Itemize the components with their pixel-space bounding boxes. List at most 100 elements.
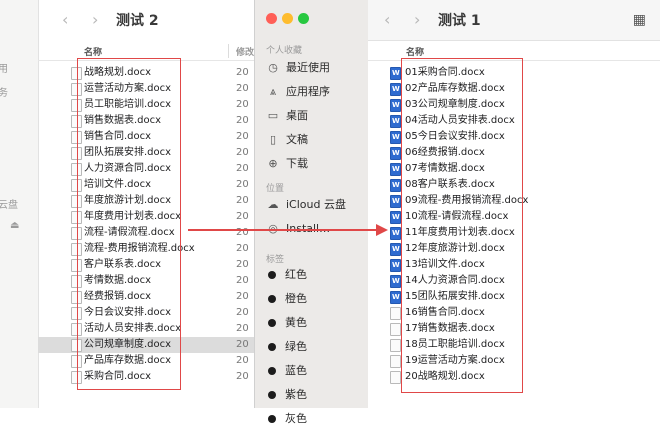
window-title: 测试 1: [438, 13, 481, 29]
file-date: 20: [236, 67, 249, 78]
window-title: 测试 2: [116, 13, 159, 29]
sidebar-item-label: iCloud 云盘: [286, 198, 346, 211]
word-document-icon: [390, 161, 401, 177]
word-document-icon: [390, 113, 401, 129]
document-icon: [390, 323, 401, 336]
document-icon: [390, 339, 401, 352]
file-date: 20: [236, 99, 249, 110]
sidebar-item[interactable]: ⩓ 应用程序: [266, 84, 330, 100]
sidebar-item[interactable]: ▭ 桌面: [266, 108, 308, 124]
red-highlight-box: [77, 58, 181, 390]
file-date: 20: [236, 259, 249, 270]
file-date: 20: [236, 211, 249, 222]
file-date: 20: [236, 323, 249, 334]
forward-button[interactable]: ›: [414, 10, 420, 29]
word-document-icon: [390, 145, 401, 161]
back-button[interactable]: ‹: [62, 10, 68, 29]
sidebar-item[interactable]: 蓝色: [266, 363, 307, 379]
sidebar-item-label: 绿色: [285, 340, 307, 353]
close-window-button[interactable]: [266, 13, 277, 24]
icon-view-grid-icon[interactable]: ▦: [633, 12, 646, 28]
cloud-icon: ☁: [267, 198, 279, 211]
word-document-icon: [390, 225, 401, 241]
right-toolbar: ‹ › 测试 1 ▦: [368, 0, 660, 41]
left-toolbar: ‹ › 测试 2: [38, 0, 290, 40]
word-document-icon: [390, 209, 401, 225]
tag-dot-icon: [268, 415, 276, 423]
back-button[interactable]: ‹: [384, 10, 390, 29]
file-date: 20: [236, 83, 249, 94]
sidebar-item-label: 黄色: [285, 316, 307, 329]
sidebar-item[interactable]: 红色: [266, 267, 307, 283]
red-highlight-box: [401, 58, 523, 393]
tag-dot-icon: [268, 391, 276, 399]
file-date: 20: [236, 339, 249, 350]
left-window-sidebar-stub: 用 务 云盘 ⏏: [0, 0, 39, 408]
sidebar-item-label: 桌面: [286, 109, 308, 122]
minimize-window-button[interactable]: [282, 13, 293, 24]
column-name-header[interactable]: 名称: [406, 45, 424, 58]
sidebar-item-label: 灰色: [285, 412, 307, 425]
favorites-header: 个人收藏: [266, 46, 303, 56]
sidebar-item[interactable]: 灰色: [266, 411, 307, 427]
word-document-icon: [390, 81, 401, 97]
column-separator[interactable]: [228, 44, 229, 58]
sidebar-item-label: 应用程序: [286, 85, 330, 98]
file-date: 20: [236, 115, 249, 126]
column-date-header[interactable]: 修改: [236, 45, 254, 58]
tag-dot-icon: [268, 343, 276, 351]
apps-icon: ⩓: [269, 85, 277, 98]
sidebar-item[interactable]: ▯ 文稿: [266, 132, 308, 148]
sidebar-item[interactable]: 橙色: [266, 291, 307, 307]
right-finder-window: ‹ › 测试 1 ▦ 名称 01采购合同.docx02产品库存数据.docx03…: [368, 0, 660, 408]
file-date: 20: [236, 307, 249, 318]
sidebar-item-label: 下载: [286, 157, 308, 170]
eject-icon[interactable]: ⏏: [10, 220, 19, 231]
document-icon: [390, 355, 401, 368]
sidebar-item-label: 紫色: [285, 388, 307, 401]
file-date: 20: [236, 195, 249, 206]
sidebar-item[interactable]: 绿色: [266, 339, 307, 355]
sidebar-item[interactable]: ⊕ 下载: [266, 156, 308, 172]
column-name-header[interactable]: 名称: [84, 45, 102, 58]
sidebar-item[interactable]: 紫色: [266, 387, 307, 403]
download-icon: ⊕: [268, 157, 278, 170]
sidebar-item-label: 红色: [285, 268, 307, 281]
document-icon: ▯: [269, 133, 277, 146]
file-date: 20: [236, 291, 249, 302]
word-document-icon: [390, 193, 401, 209]
sidebar-item-label: 文稿: [286, 133, 308, 146]
file-date: 20: [236, 355, 249, 366]
file-date: 20: [236, 243, 249, 254]
desktop-icon: ▭: [267, 109, 279, 122]
file-date: 20: [236, 275, 249, 286]
sidebar-item-label: 最近使用: [286, 61, 330, 74]
stub-label: 务: [0, 88, 8, 99]
finder-sidebar: 个人收藏 ◷最近使用⩓应用程序▭桌面▯文稿⊕下载 位置 ☁iCloud 云盘◎I…: [254, 0, 370, 425]
sidebar-item[interactable]: ◷ 最近使用: [266, 60, 330, 76]
locations-header: 位置: [266, 184, 285, 194]
word-document-icon: [390, 289, 401, 305]
tag-dot-icon: [268, 319, 276, 327]
word-document-icon: [390, 257, 401, 273]
zoom-window-button[interactable]: [298, 13, 309, 24]
word-document-icon: [390, 241, 401, 257]
file-date: 20: [236, 163, 249, 174]
stub-label: 用: [0, 64, 8, 75]
document-icon: [390, 371, 401, 384]
sidebar-item-label: 蓝色: [285, 364, 307, 377]
left-finder-window: 用 务 云盘 ⏏ ‹ › 测试 2 名称 修改 战略规划.docx 20 运营活动方…: [0, 0, 290, 408]
tags-header: 标签: [266, 255, 285, 265]
sidebar-item-label: 橙色: [285, 292, 307, 305]
word-document-icon: [390, 273, 401, 289]
stub-label: 云盘: [0, 200, 18, 211]
sidebar-item[interactable]: ☁ iCloud 云盘: [266, 197, 346, 213]
sidebar-item[interactable]: 黄色: [266, 315, 307, 331]
red-arrow-shaft: [188, 229, 378, 231]
tag-dot-icon: [268, 295, 276, 303]
clock-icon: ◷: [268, 61, 278, 74]
forward-button[interactable]: ›: [92, 10, 98, 29]
file-date: 20: [236, 179, 249, 190]
word-document-icon: [390, 177, 401, 193]
tag-dot-icon: [268, 271, 276, 279]
